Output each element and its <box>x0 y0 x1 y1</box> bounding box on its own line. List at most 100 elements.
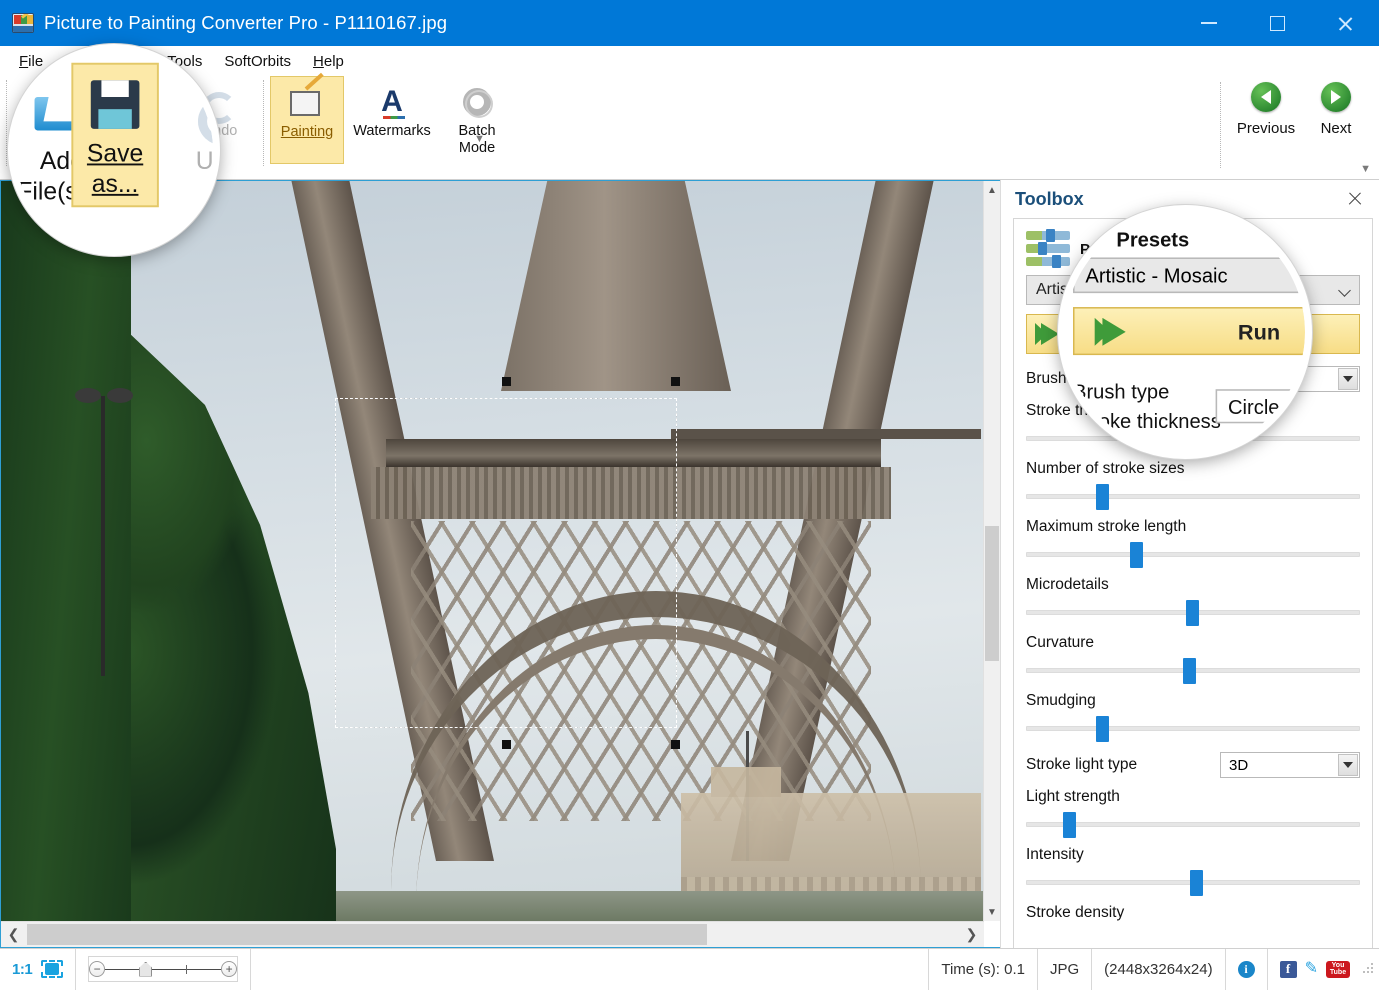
ribbon-expand-arrow-left[interactable]: ▼ <box>474 133 485 145</box>
slider-thumb[interactable] <box>1186 600 1199 626</box>
scroll-left-button[interactable]: ❮ <box>1 922 26 947</box>
stroke-light-type-select[interactable]: 3D <box>1220 752 1360 778</box>
info-cell[interactable]: i <box>1226 949 1268 990</box>
slider-track-container[interactable] <box>1026 658 1360 682</box>
navigation-group: Previous Next <box>1220 82 1371 168</box>
ribbon-expand-arrow-right[interactable]: ▼ <box>1360 163 1371 175</box>
ribbon-divider-2 <box>263 80 264 166</box>
magnified-toolbox: Presets Artistic - Mosaic Run Brush type… <box>1073 228 1305 445</box>
magnifier-lens-toolbar: Add File(s)... Save as... Undo <box>8 44 220 256</box>
slider-thumb[interactable] <box>1063 812 1076 838</box>
watermarks-button[interactable]: A Watermarks <box>344 76 440 164</box>
selection-handle-bottom[interactable] <box>502 740 511 749</box>
slider-microdetails: Microdetails <box>1026 576 1360 624</box>
previous-button[interactable]: Previous <box>1231 82 1301 137</box>
slider-track-container[interactable] <box>1026 812 1360 836</box>
green-left-arrow-icon <box>1251 82 1281 112</box>
magnified-undo-button: Undo <box>166 78 213 176</box>
slider-curvature: Curvature <box>1026 634 1360 682</box>
slider-light-strength: Light strength <box>1026 788 1360 836</box>
menu-item-help[interactable]: Help <box>302 50 355 73</box>
minimize-button[interactable] <box>1175 0 1243 46</box>
slider-track <box>1026 822 1360 827</box>
zoom-out-icon[interactable]: − <box>89 961 105 977</box>
slider-track <box>1026 726 1360 731</box>
youtube-label-1: You <box>1332 962 1345 969</box>
toolbox-close-icon[interactable] <box>1345 189 1365 209</box>
slider-track-container[interactable] <box>1026 542 1360 566</box>
slider-stroke-density: Stroke density <box>1026 904 1360 922</box>
slider-track-container[interactable] <box>1026 600 1360 624</box>
zoom-slider-thumb[interactable] <box>139 962 152 977</box>
photo-building <box>681 793 981 903</box>
image-canvas[interactable]: ▲ ▼ ❮ ❯ <box>0 180 1000 948</box>
letter-a-icon: A <box>381 81 403 123</box>
slider-track-container[interactable] <box>1026 484 1360 508</box>
selection-marquee[interactable] <box>335 398 677 728</box>
next-label: Next <box>1321 120 1352 137</box>
magnifier-lens-run: Presets Artistic - Mosaic Run Brush type… <box>1058 205 1312 459</box>
watermarks-label: Watermarks <box>353 123 431 140</box>
chevron-down-icon[interactable] <box>1338 368 1358 390</box>
zoom-slider[interactable]: − + <box>88 956 238 982</box>
magnified-brush-select[interactable]: Circle <box>1216 389 1305 423</box>
twitter-icon[interactable]: ✎ <box>1305 961 1318 977</box>
slider-smudging: Smudging <box>1026 692 1360 740</box>
zoom-ratio-cell: 1:1 <box>0 949 76 990</box>
slider-thumb[interactable] <box>1096 716 1109 742</box>
youtube-icon[interactable]: You Tube <box>1326 961 1350 978</box>
resize-grip[interactable] <box>1362 962 1376 976</box>
slider-label: Light strength <box>1026 788 1360 806</box>
slider-thumb[interactable] <box>1096 484 1109 510</box>
slider-thumb[interactable] <box>1130 542 1143 568</box>
image-dimensions-cell: (2448x3264x24) <box>1092 949 1225 990</box>
maximize-icon <box>1270 16 1285 31</box>
slider-intensity: Intensity <box>1026 846 1360 894</box>
scroll-up-button[interactable]: ▲ <box>984 181 1000 199</box>
selection-handle-top-right[interactable] <box>671 377 680 386</box>
youtube-label-2: Tube <box>1330 969 1346 976</box>
vertical-scrollbar[interactable]: ▲ ▼ <box>983 181 1000 921</box>
maximize-button[interactable] <box>1243 0 1311 46</box>
facebook-icon[interactable]: f <box>1280 961 1297 978</box>
magnified-toolbar: Add File(s)... Save as... Undo <box>15 59 213 249</box>
horizontal-scroll-thumb[interactable] <box>27 924 707 945</box>
horizontal-scrollbar[interactable]: ❮ ❯ <box>1 921 984 947</box>
menu-item-softorbits[interactable]: SoftOrbits <box>213 50 302 73</box>
title-bar: Picture to Painting Converter Pro - P111… <box>0 0 1379 46</box>
scroll-down-button[interactable]: ▼ <box>984 903 1000 921</box>
slider-thumb[interactable] <box>1190 870 1203 896</box>
ribbon-divider-3 <box>1220 82 1221 168</box>
zoom-ratio-button[interactable]: 1:1 <box>12 961 32 978</box>
magnified-run-label: Run <box>1238 319 1280 344</box>
selection-handle-top[interactable] <box>502 377 511 386</box>
toolbox-title: Toolbox <box>1015 189 1084 210</box>
slider-track-container[interactable] <box>1026 870 1360 894</box>
magnified-preset-dropdown[interactable]: Artistic - Mosaic <box>1073 257 1305 293</box>
magnified-save-label-1: Save <box>77 139 153 169</box>
batch-mode-button[interactable]: Batch Mode <box>440 76 514 164</box>
slider-track-container[interactable] <box>1026 716 1360 740</box>
slider-track <box>1026 552 1360 557</box>
slider-label: Curvature <box>1026 634 1360 652</box>
photo-tree-left <box>1 181 131 921</box>
photo-ground <box>331 891 984 921</box>
scroll-right-button[interactable]: ❯ <box>959 922 984 947</box>
info-icon[interactable]: i <box>1238 961 1255 978</box>
green-double-arrow-icon <box>1102 317 1125 345</box>
magnified-presets-label: Presets <box>1116 228 1305 251</box>
zoom-track-mid <box>152 969 186 970</box>
fit-to-window-icon[interactable] <box>41 960 63 978</box>
vertical-scroll-thumb[interactable] <box>985 526 999 661</box>
magnified-run-button[interactable]: Run <box>1073 307 1305 355</box>
close-button[interactable] <box>1311 0 1379 46</box>
slider-thumb[interactable] <box>1183 658 1196 684</box>
painting-button[interactable]: Painting <box>270 76 344 164</box>
slider-track <box>1026 494 1360 499</box>
selection-handle-bottom-right[interactable] <box>671 740 680 749</box>
chevron-down-icon[interactable] <box>1338 754 1358 776</box>
next-button[interactable]: Next <box>1301 82 1371 137</box>
zoom-in-icon[interactable]: + <box>221 961 237 977</box>
window-title: Picture to Painting Converter Pro - P111… <box>44 12 447 34</box>
magnified-save-as-button[interactable]: Save as... <box>71 63 158 208</box>
